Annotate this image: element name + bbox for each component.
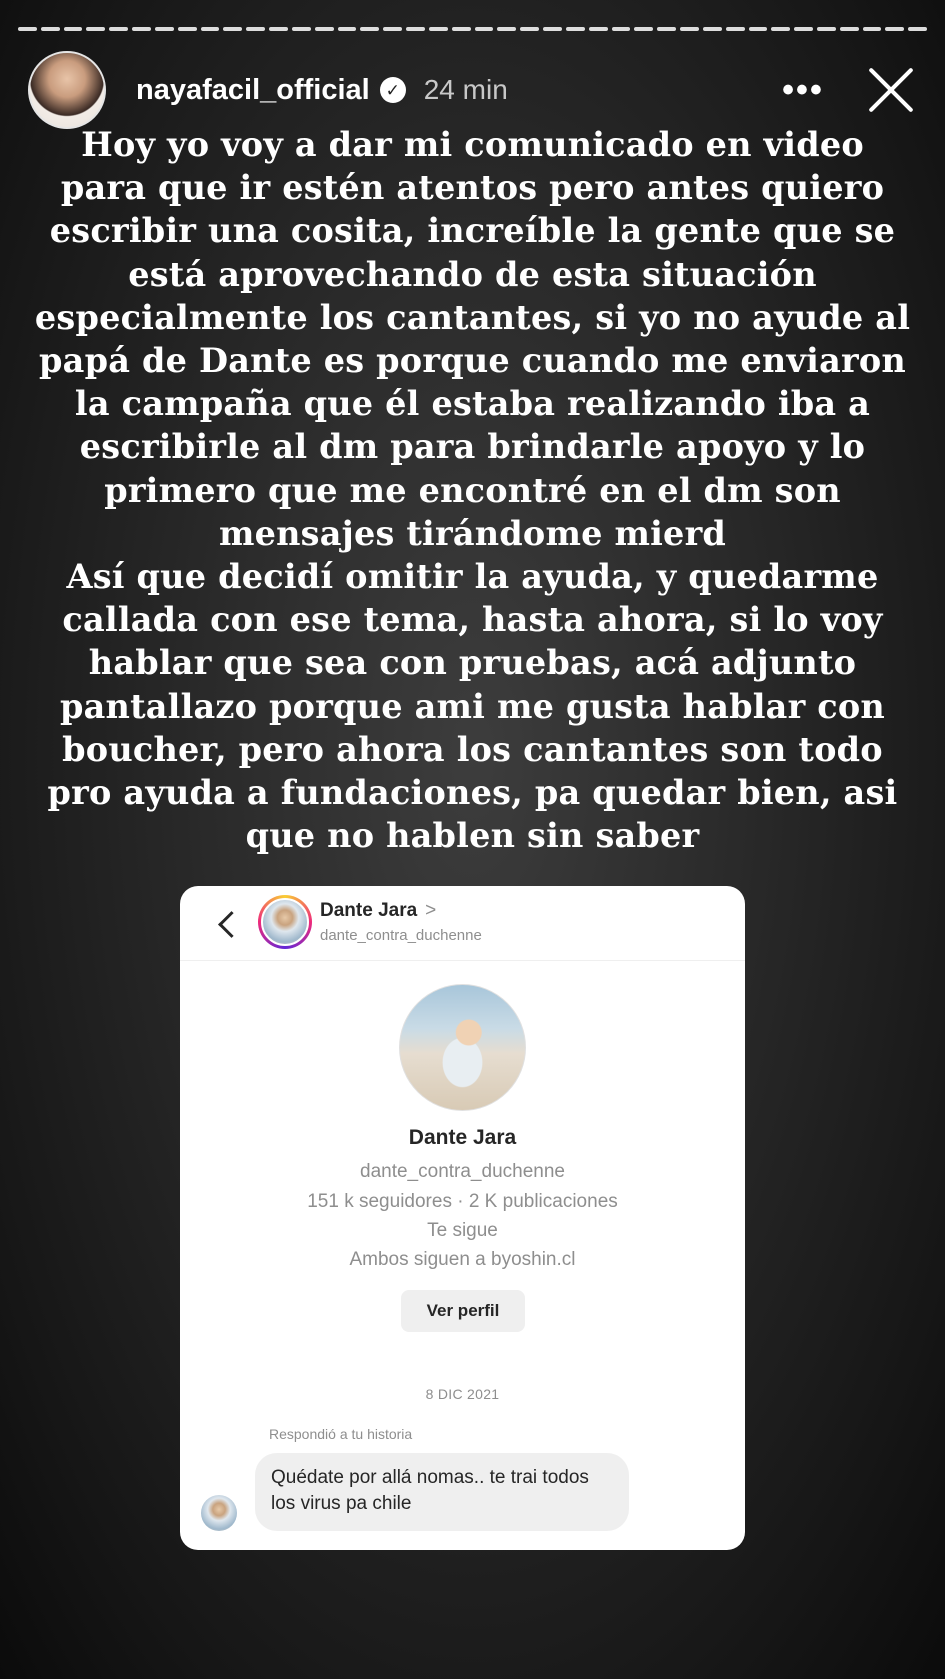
dm-header: Dante Jara > dante_contra_duchenne: [180, 886, 745, 961]
progress-segment: [702, 27, 722, 31]
progress-segment: [18, 27, 37, 31]
progress-segment: [383, 27, 403, 31]
progress-segment: [474, 27, 494, 31]
story-viewer: nayafacil_official ✓ 24 min ••• Hoy yo v…: [0, 0, 945, 1679]
more-options-button[interactable]: •••: [773, 71, 833, 110]
username[interactable]: nayafacil_official: [136, 74, 370, 107]
progress-segment: [634, 27, 654, 31]
progress-segment: [748, 27, 768, 31]
progress-segment: [109, 27, 129, 31]
profile-picture: [399, 984, 526, 1111]
progress-segment: [565, 27, 585, 31]
progress-segment: [451, 27, 471, 31]
story-caption-text: Hoy yo voy a dar mi comunicado en video …: [34, 125, 911, 856]
progress-segment: [885, 27, 905, 31]
profile-stats: 151 k seguidores · 2 K publicaciones: [307, 1191, 618, 1212]
progress-segment: [269, 27, 288, 31]
progress-segment: [63, 27, 83, 31]
progress-segment: [497, 27, 517, 31]
follows-you-label: Te sigue: [427, 1220, 498, 1241]
verified-badge-icon: ✓: [379, 77, 406, 103]
profile-handle: dante_contra_duchenne: [360, 1161, 565, 1182]
progress-segment: [520, 27, 540, 31]
story-time: 24 min: [423, 74, 508, 105]
progress-segment: [771, 27, 791, 31]
progress-segment: [314, 27, 334, 31]
chat-name-text: Dante Jara: [320, 900, 418, 921]
progress-segment: [360, 27, 380, 31]
progress-segment: [223, 27, 243, 31]
progress-segment: [291, 27, 311, 31]
story-reply-note: Respondió a tu historia: [269, 1426, 413, 1442]
progress-segment: [200, 27, 220, 31]
progress-segment: [839, 27, 859, 31]
progress-segment: [862, 27, 882, 31]
close-icon[interactable]: [865, 64, 917, 116]
dm-screenshot-card: Dante Jara > dante_contra_duchenne Dante …: [180, 886, 745, 1550]
view-profile-button: Ver perfil: [401, 1290, 525, 1332]
progress-segment: [337, 27, 357, 31]
story-progress-bar: [18, 27, 928, 33]
progress-segment: [406, 27, 425, 31]
progress-segment: [246, 27, 266, 31]
progress-segment: [40, 27, 60, 31]
progress-segment: [428, 27, 448, 31]
chevron-right-icon: >: [425, 900, 437, 921]
mutual-followers: Ambos siguen a byoshin.cl: [349, 1249, 576, 1270]
progress-segment: [657, 27, 677, 31]
progress-segment: [725, 27, 745, 31]
chat-name: Dante Jara >: [320, 900, 436, 922]
progress-segment: [177, 27, 197, 31]
user-avatar[interactable]: [28, 51, 106, 129]
progress-segment: [86, 27, 106, 31]
sender-avatar: [201, 1495, 237, 1531]
profile-name: Dante Jara: [408, 1126, 517, 1149]
chat-handle: dante_contra_duchenne: [320, 927, 482, 944]
progress-segment: [908, 27, 928, 31]
message-date: 8 DIC 2021: [425, 1386, 500, 1402]
chat-avatar: [258, 895, 312, 949]
story-header: nayafacil_official ✓ 24 min •••: [28, 50, 917, 130]
progress-segment: [588, 27, 608, 31]
back-chevron-icon: [216, 910, 238, 940]
progress-segment: [816, 27, 836, 31]
progress-segment: [132, 27, 151, 31]
progress-segment: [543, 27, 562, 31]
progress-segment: [154, 27, 174, 31]
progress-segment: [680, 27, 699, 31]
progress-segment: [794, 27, 813, 31]
progress-segment: [611, 27, 631, 31]
message-bubble: Quédate por allá nomas.. te trai todos l…: [255, 1453, 629, 1531]
